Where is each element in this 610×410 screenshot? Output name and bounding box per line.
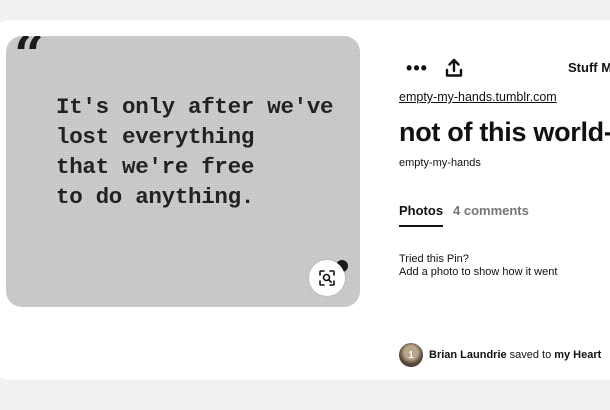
- pin-author[interactable]: empty-my-hands: [399, 157, 481, 169]
- tried-subtitle[interactable]: Add a photo to show how it went: [399, 266, 557, 278]
- more-horizontal-icon: •••: [406, 57, 428, 78]
- saved-by-user[interactable]: Brian Laundrie: [429, 349, 507, 361]
- avatar-initial: 1: [408, 349, 414, 361]
- saved-to-board[interactable]: my Heart: [554, 349, 601, 361]
- quote-line: lost everything: [56, 124, 255, 150]
- quote-mark: “: [14, 36, 44, 86]
- avatar[interactable]: 1: [399, 343, 423, 367]
- tab-comments[interactable]: 4 comments: [453, 203, 529, 225]
- tab-photos[interactable]: Photos: [399, 203, 444, 227]
- visual-search-button[interactable]: [309, 260, 345, 296]
- saved-by-row: 1 Brian Laundrie saved to my Heart: [399, 343, 601, 367]
- share-button[interactable]: [443, 56, 465, 80]
- quote-text: It's only after we've lost everything th…: [56, 92, 334, 212]
- more-options-button[interactable]: •••: [404, 56, 430, 80]
- tried-title: Tried this Pin?: [399, 253, 469, 265]
- saved-by-action: saved to: [509, 349, 552, 361]
- board-selector[interactable]: Stuff M: [568, 60, 610, 75]
- pin-title: not of this world-: [399, 117, 610, 147]
- visual-search-icon: [319, 270, 335, 286]
- quote-line: that we're free: [56, 154, 255, 180]
- quote-line: It's only after we've: [56, 94, 334, 120]
- share-upload-icon: [445, 58, 463, 77]
- pin-image[interactable]: “ It's only after we've lost everything …: [6, 36, 360, 307]
- quote-line: to do anything.: [56, 184, 255, 210]
- source-link[interactable]: empty-my-hands.tumblr.com: [399, 90, 557, 104]
